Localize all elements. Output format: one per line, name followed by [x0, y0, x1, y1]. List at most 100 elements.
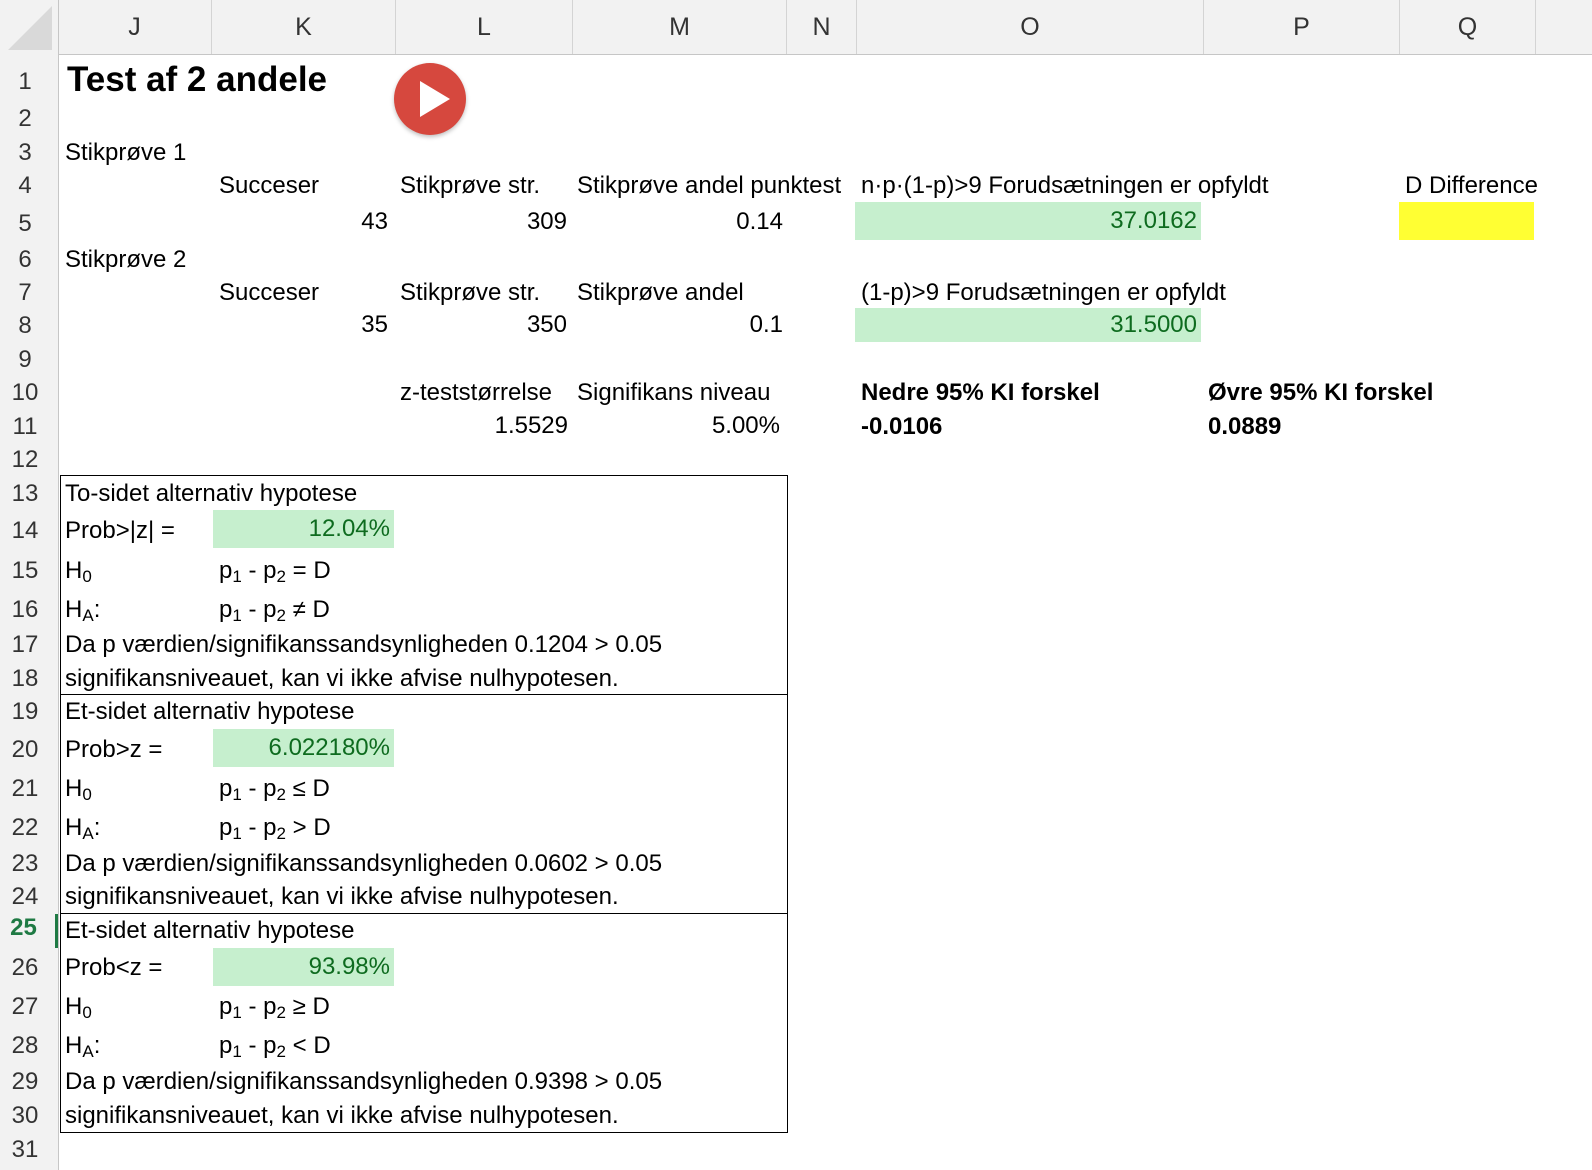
row-header[interactable]: 28	[0, 1032, 58, 1060]
one-sided-lower-test-box	[60, 913, 788, 1133]
row-header[interactable]: 29	[0, 1068, 58, 1096]
text-fragment: 0	[82, 1003, 92, 1022]
text-fragment: H	[65, 557, 83, 584]
text-fragment: H	[65, 596, 83, 623]
text-fragment: p	[219, 557, 233, 584]
text-fragment: 1	[232, 567, 242, 586]
text-fragment: 2	[276, 1003, 286, 1022]
row-header[interactable]: 23	[0, 850, 58, 878]
text-fragment: - p	[241, 775, 277, 802]
row-header[interactable]: 18	[0, 665, 58, 693]
text-fragment: 1	[232, 606, 242, 625]
sample1-successes-input[interactable]: 43	[215, 204, 394, 240]
significance-input[interactable]: 5.00%	[575, 410, 784, 442]
row-header[interactable]: 30	[0, 1102, 58, 1130]
text-fragment: ≤ D	[292, 775, 330, 802]
row-header-active[interactable]: 25	[0, 914, 58, 948]
text-fragment: 2	[276, 824, 286, 843]
conclusion-line1: Da p værdien/signifikanssandsynligheden …	[65, 1068, 663, 1095]
row-header[interactable]: 27	[0, 993, 58, 1021]
select-all-corner[interactable]	[0, 0, 59, 54]
row-header[interactable]: 20	[0, 736, 58, 764]
row-header[interactable]: 10	[0, 379, 58, 407]
h0-label: H0	[65, 993, 92, 1021]
column-header-m[interactable]: M	[573, 0, 787, 54]
text-fragment: :	[93, 596, 101, 623]
sample2-successes-input[interactable]: 35	[215, 308, 394, 342]
sheet-title: Test af 2 andele	[67, 60, 328, 99]
h0-label: H0	[65, 775, 92, 803]
sample2-successes-label: Succeser	[219, 279, 320, 306]
difference-input[interactable]	[1399, 202, 1534, 240]
row-header[interactable]: 3	[0, 139, 58, 167]
text-fragment: - p	[241, 814, 277, 841]
row-header[interactable]: 17	[0, 631, 58, 659]
text-fragment: p	[219, 596, 233, 623]
row-header[interactable]: 19	[0, 698, 58, 726]
sample1-condition-value[interactable]: 37.0162	[855, 202, 1201, 240]
ha-hypothesis: p1 - p2 < D	[219, 1032, 331, 1060]
text-fragment: p	[219, 775, 233, 802]
row-header[interactable]: 1	[0, 68, 58, 96]
ztest-label: z-teststørrelse	[400, 379, 553, 406]
column-header-p[interactable]: P	[1204, 0, 1400, 54]
text-fragment: - p	[241, 1032, 277, 1059]
row-header[interactable]: 13	[0, 480, 58, 508]
row-header[interactable]: 15	[0, 557, 58, 585]
prob-value[interactable]: 93.98%	[213, 948, 394, 986]
text-fragment: ≠ D	[292, 596, 330, 623]
row-header[interactable]: 11	[0, 413, 58, 441]
h0-hypothesis: p1 - p2 ≤ D	[219, 775, 330, 803]
column-header-n[interactable]: N	[787, 0, 857, 54]
ci-lower-label: Nedre 95% KI forskel	[861, 379, 1100, 406]
row-header[interactable]: 2	[0, 105, 58, 133]
row-header[interactable]: 6	[0, 246, 58, 274]
ci-upper-label: Øvre 95% KI forskel	[1208, 379, 1434, 406]
row-header[interactable]: 26	[0, 954, 58, 982]
column-header-l[interactable]: L	[396, 0, 573, 54]
text-fragment: H	[65, 775, 83, 802]
row-header[interactable]: 31	[0, 1136, 58, 1164]
ha-hypothesis: p1 - p2 ≠ D	[219, 596, 330, 624]
h0-label: H0	[65, 557, 92, 585]
row-header[interactable]: 4	[0, 172, 58, 200]
prob-label: Prob>|z| =	[65, 517, 175, 544]
text-fragment: 1	[232, 1003, 242, 1022]
sample1-proportion-value: 0.14	[736, 208, 783, 235]
sample2-proportion-value: 0.1	[749, 311, 783, 338]
sample1-size-label: Stikprøve str.	[400, 172, 541, 199]
row-header[interactable]: 8	[0, 312, 58, 340]
text-fragment: p	[219, 993, 233, 1020]
prob-value[interactable]: 6.022180%	[213, 729, 394, 767]
sample2-proportion-label: Stikprøve andel	[577, 279, 744, 306]
column-header-k[interactable]: K	[212, 0, 396, 54]
sample2-size-input[interactable]: 350	[397, 308, 571, 342]
row-header[interactable]: 14	[0, 517, 58, 545]
row-header[interactable]: 9	[0, 346, 58, 374]
sample1-size-input[interactable]: 309	[397, 204, 571, 240]
prob-value[interactable]: 12.04%	[213, 510, 394, 548]
column-header-o[interactable]: O	[857, 0, 1204, 54]
two-sided-test-box	[60, 475, 788, 695]
play-button[interactable]	[394, 63, 466, 135]
row-header[interactable]: 12	[0, 446, 58, 474]
sample2-condition-value[interactable]: 31.5000	[855, 308, 1201, 342]
play-icon	[420, 81, 450, 117]
sample2-heading: Stikprøve 2	[65, 246, 187, 273]
row-header[interactable]: 7	[0, 279, 58, 307]
row-header[interactable]: 5	[0, 210, 58, 238]
text-fragment: - p	[241, 557, 277, 584]
text-fragment: A	[82, 1042, 94, 1061]
text-fragment: - p	[241, 993, 277, 1020]
text-fragment: 2	[276, 785, 286, 804]
row-header[interactable]: 21	[0, 775, 58, 803]
row-header[interactable]: 16	[0, 596, 58, 624]
row-header[interactable]: 24	[0, 883, 58, 911]
ha-label: HA:	[65, 1032, 100, 1060]
text-fragment: H	[65, 993, 83, 1020]
column-header-j[interactable]: J	[58, 0, 212, 54]
conclusion-line1: Da p værdien/signifikanssandsynligheden …	[65, 631, 663, 658]
row-header[interactable]: 22	[0, 814, 58, 842]
column-header-q[interactable]: Q	[1400, 0, 1536, 54]
text-fragment: - p	[241, 596, 277, 623]
